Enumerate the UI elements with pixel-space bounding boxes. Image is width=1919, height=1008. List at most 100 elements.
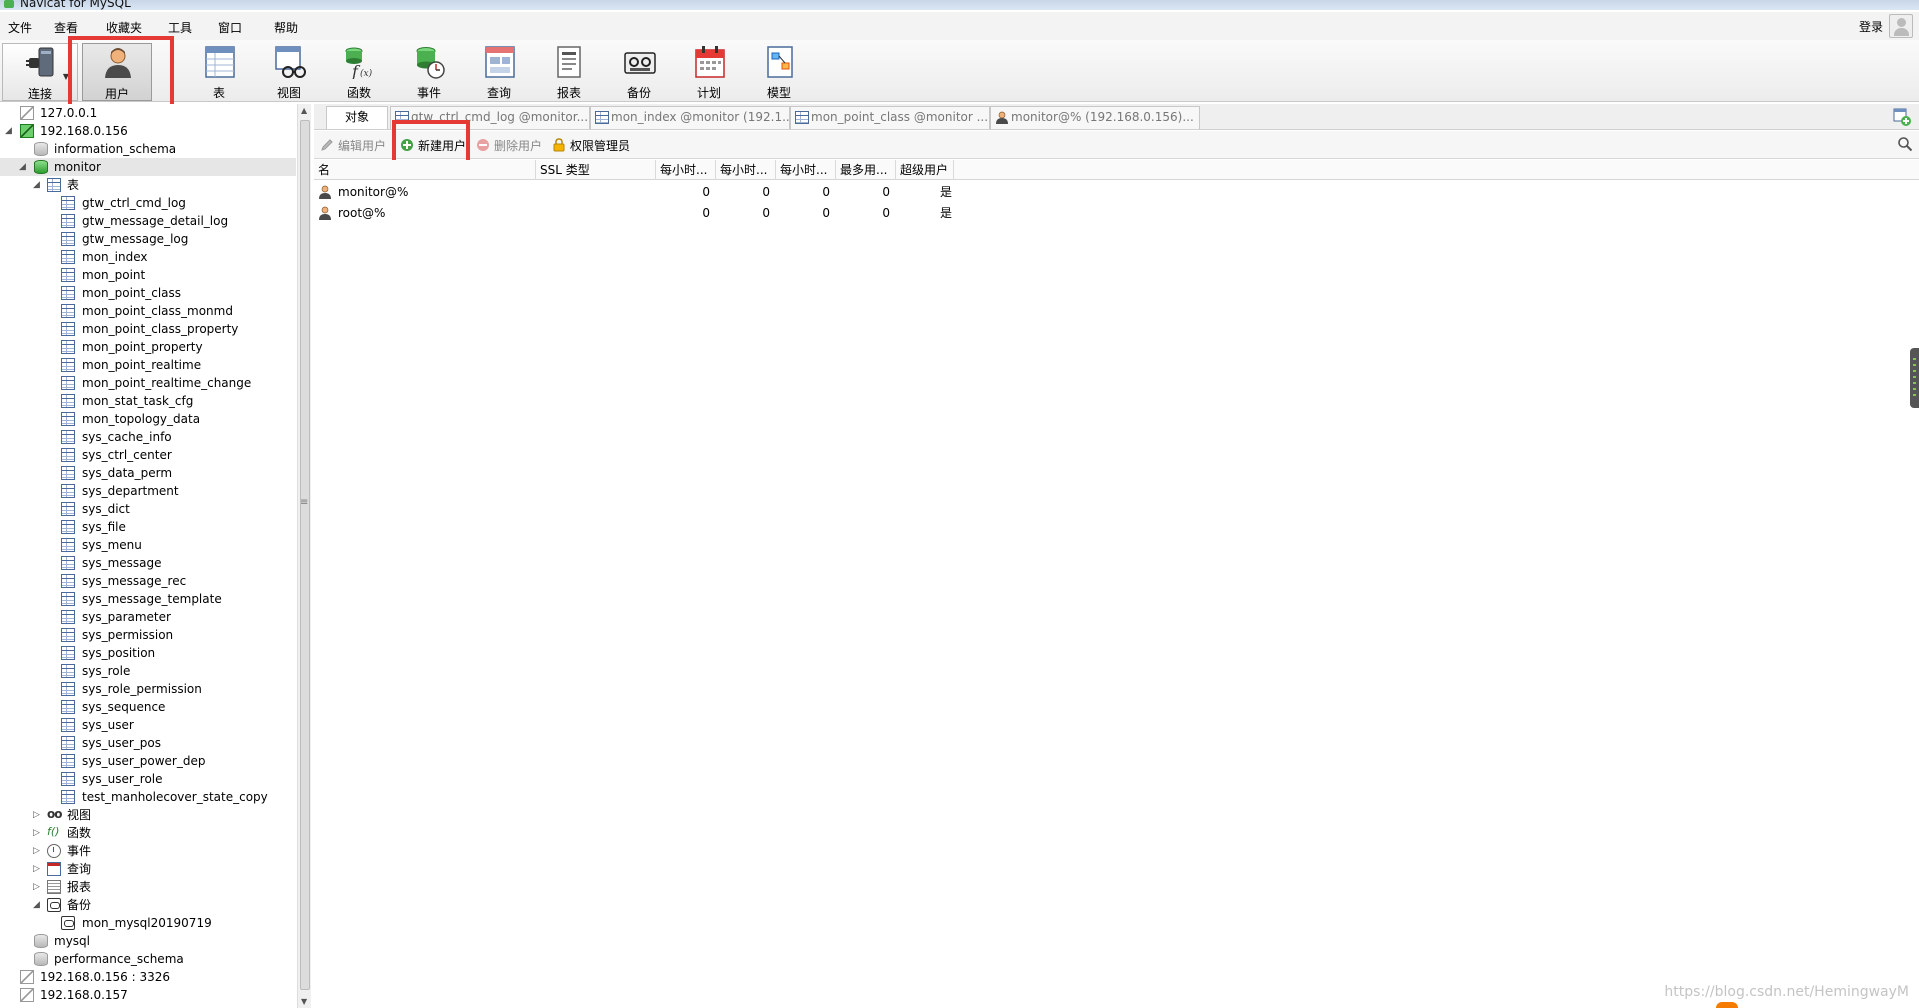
tree-node-label: sys_menu <box>82 538 142 552</box>
collapse-arrow-icon[interactable]: ◢ <box>33 176 43 194</box>
menu-help[interactable]: 帮助 <box>274 19 298 36</box>
model-button[interactable]: 模型 <box>748 43 810 101</box>
menu-window[interactable]: 窗口 <box>218 19 242 36</box>
collapse-arrow-icon[interactable]: ◢ <box>5 122 15 140</box>
database-open-icon <box>34 160 48 174</box>
connection-tree[interactable]: 127.0.0.1 ◢ 192.168.0.156 information_sc… <box>0 104 302 1008</box>
tree-node-label: mon_point_class_property <box>82 322 239 336</box>
menu-view[interactable]: 查看 <box>54 19 78 36</box>
user-tab-icon <box>996 111 1008 124</box>
table-tab-icon <box>595 111 609 124</box>
reports-icon <box>47 880 61 894</box>
user-row-icon <box>319 206 331 220</box>
menu-favorites[interactable]: 收藏夹 <box>106 19 142 36</box>
menu-file[interactable]: 文件 <box>8 19 32 36</box>
schedule-button[interactable]: 计划 <box>678 43 740 101</box>
plug-icon <box>26 47 54 77</box>
tab-label: mon_point_class @monitor ... <box>811 110 989 124</box>
tree-node-label: sys_parameter <box>82 610 171 624</box>
function-button[interactable]: f (x) 函数 <box>328 43 390 101</box>
tree-node-label: sys_ctrl_center <box>82 448 172 462</box>
login-avatar-icon[interactable] <box>1889 14 1913 38</box>
expand-arrow-icon[interactable]: ▷ <box>33 842 43 860</box>
backup-button[interactable]: 备份 <box>608 43 670 101</box>
events-icon <box>47 844 61 858</box>
table-icon <box>61 250 75 264</box>
table-icon <box>61 628 75 642</box>
new-tab-icon[interactable] <box>1893 108 1911 126</box>
login-link[interactable]: 登录 <box>1859 18 1883 35</box>
tree-node-label: sys_user_role <box>82 772 163 786</box>
report-button[interactable]: 报表 <box>538 43 600 101</box>
collapse-arrow-icon[interactable]: ◢ <box>19 158 29 176</box>
table-icon <box>61 700 75 714</box>
expand-arrow-icon[interactable]: ▷ <box>33 824 43 842</box>
table-icon <box>61 484 75 498</box>
backup-file-icon <box>61 916 75 930</box>
scroll-down-arrow-icon[interactable]: ▼ <box>301 997 307 1006</box>
tab-mon-point-class[interactable]: mon_point_class @monitor ... <box>790 106 990 129</box>
table-icon <box>61 574 75 588</box>
grid-header: 名 SSL 类型 每小时... 每小时... 每小时... 最多用... 超级用… <box>314 160 1919 180</box>
table-icon <box>61 286 75 300</box>
col-name-header[interactable]: 名 <box>314 160 536 180</box>
table-icon <box>61 682 75 696</box>
event-button[interactable]: 事件 <box>398 43 460 101</box>
tree-db-monitor[interactable]: ◢ monitor <box>0 158 296 176</box>
event-label: 事件 <box>416 86 441 100</box>
collapse-arrow-icon[interactable]: ◢ <box>33 896 43 914</box>
table-icon <box>61 790 75 804</box>
table-icon <box>61 772 75 786</box>
tree-node-label: mon_index <box>82 250 148 264</box>
backup-icon <box>624 52 656 74</box>
view-button[interactable]: 视图 <box>258 43 320 101</box>
tab-mon-index[interactable]: mon_index @monitor (192.1... <box>590 106 790 129</box>
tree-node-label: sys_message_template <box>82 592 222 606</box>
cell-max-user-connections: 0 <box>882 206 890 220</box>
col-max-user-connections-header[interactable]: 最多用... <box>836 160 896 180</box>
table-icon <box>61 214 75 228</box>
expand-arrow-icon[interactable]: ▷ <box>33 860 43 878</box>
col-ssl-header[interactable]: SSL 类型 <box>536 160 656 180</box>
database-icon <box>34 934 48 948</box>
pane-splitter-grip[interactable]: ≡ <box>300 497 308 508</box>
table-icon <box>61 394 75 408</box>
tab-monitor-user[interactable]: monitor@% (192.168.0.156)... <box>990 106 1200 129</box>
side-panel-handle[interactable] <box>1910 348 1919 408</box>
tree-scrollbar-thumb[interactable] <box>300 120 310 990</box>
table-icon <box>61 196 75 210</box>
col-superuser-header[interactable]: 超级用户 <box>896 160 954 180</box>
delete-user-button[interactable]: 删除用户 <box>476 137 542 154</box>
tree-node-label: sys_data_perm <box>82 466 173 480</box>
tree-node-label: 192.168.0.157 <box>40 988 128 1002</box>
edit-user-button[interactable]: 编辑用户 <box>320 137 386 154</box>
scroll-up-arrow-icon[interactable]: ▲ <box>301 106 307 115</box>
col-max-connections-header[interactable]: 每小时... <box>776 160 836 180</box>
model-icon <box>767 46 793 78</box>
col-max-updates-header[interactable]: 每小时... <box>716 160 776 180</box>
search-icon[interactable] <box>1897 136 1913 152</box>
table-icon <box>61 520 75 534</box>
connection-active-icon <box>20 124 34 138</box>
connect-button[interactable]: ▼ 连接 <box>2 43 78 101</box>
table-button[interactable]: 表 <box>188 43 250 101</box>
table-row[interactable]: root@% 0 0 0 0 是 <box>314 203 954 223</box>
tree-node-label: monitor <box>54 160 101 174</box>
privilege-manager-button[interactable]: 权限管理员 <box>552 137 630 154</box>
cell-max-queries: 0 <box>702 185 710 199</box>
tab-object[interactable]: 对象 <box>326 106 388 129</box>
tree-node-label: 127.0.0.1 <box>40 106 98 120</box>
expand-arrow-icon[interactable]: ▷ <box>33 806 43 824</box>
cell-max-queries: 0 <box>702 206 710 220</box>
expand-arrow-icon[interactable]: ▷ <box>33 878 43 896</box>
connection-icon <box>20 970 34 984</box>
tree-scrollbar[interactable]: ▲ ▼ <box>297 104 311 1008</box>
menu-tools[interactable]: 工具 <box>168 19 192 36</box>
decorative-orange-shape <box>1716 1002 1738 1008</box>
table-row[interactable]: monitor@% 0 0 0 0 是 <box>314 182 954 202</box>
col-max-queries-header[interactable]: 每小时... <box>656 160 716 180</box>
event-icon <box>416 47 445 79</box>
query-button[interactable]: 查询 <box>468 43 530 101</box>
query-icon <box>485 46 515 78</box>
schedule-icon <box>695 46 725 78</box>
